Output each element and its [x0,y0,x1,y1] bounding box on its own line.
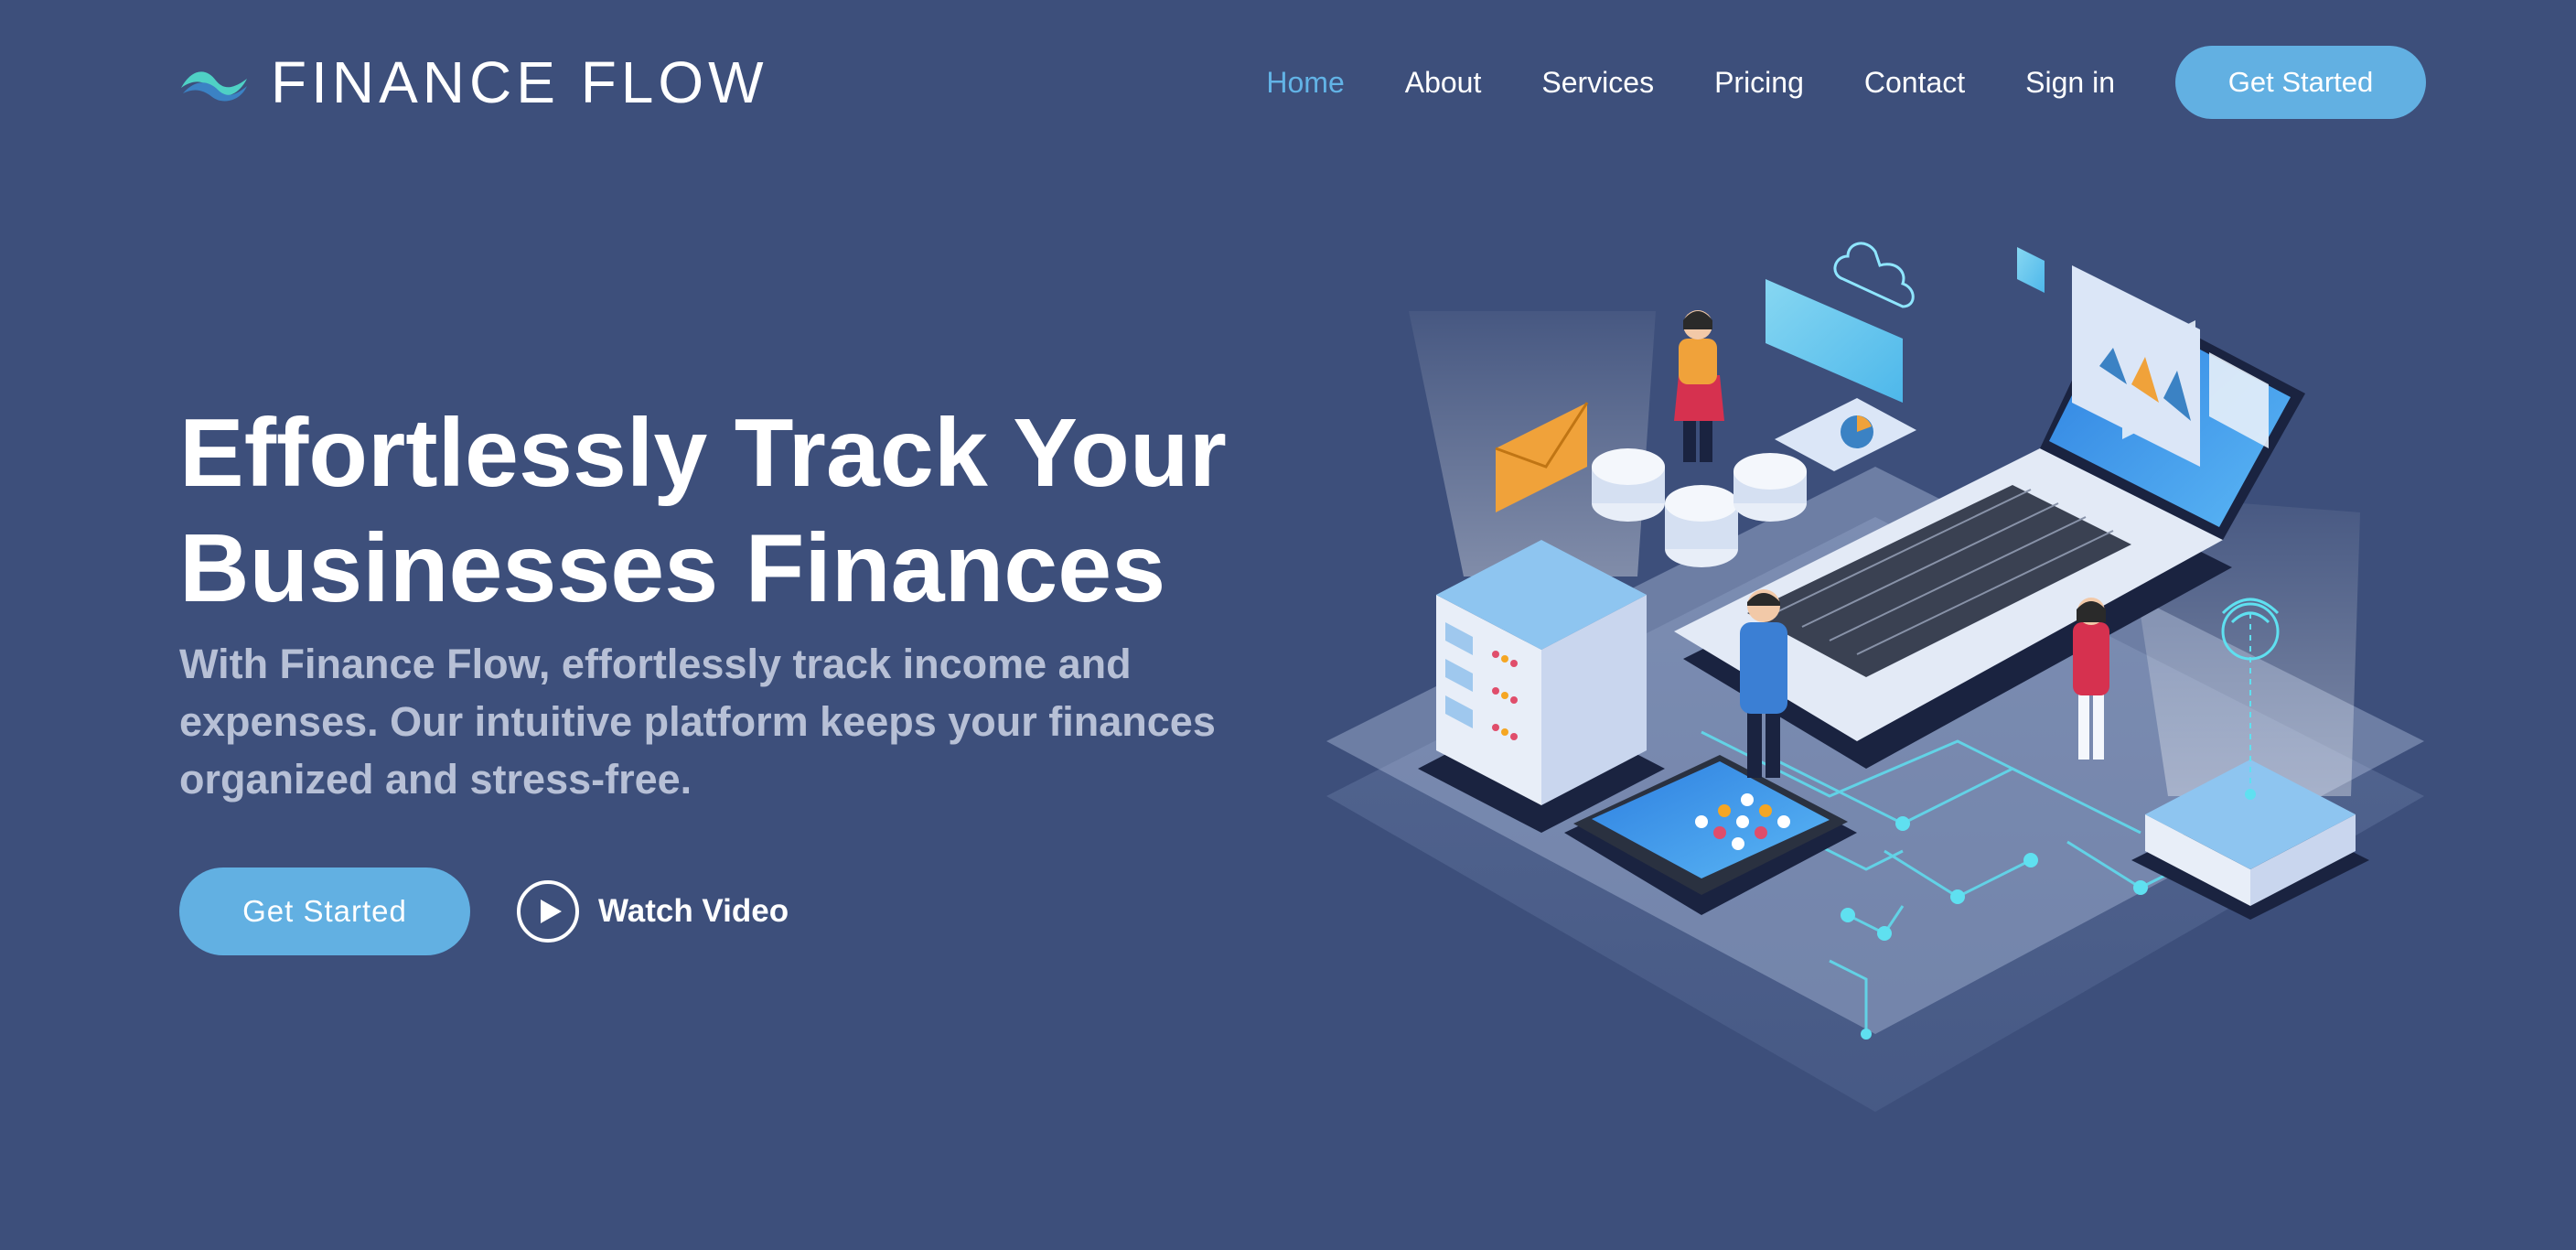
brand[interactable]: FINANCE FLOW [179,48,768,116]
hero-title-line-2: Businesses Finances [179,514,1166,622]
watch-video-link[interactable]: Watch Video [516,879,789,943]
nav-link-pricing[interactable]: Pricing [1714,66,1804,100]
wave-logo-icon [181,71,247,102]
site-header: FINANCE FLOW Home About Services Pricing… [179,37,2426,128]
nav-link-about[interactable]: About [1405,66,1482,100]
landing-page: FINANCE FLOW Home About Services Pricing… [0,0,2576,1250]
hero-title: Effortlessly Track Your Businesses Finan… [179,395,1332,626]
hero-get-started-button[interactable]: Get Started [179,867,470,955]
nav-link-sign-in[interactable]: Sign in [2025,66,2115,100]
person-woman-standing [1674,310,1724,462]
nav-link-contact[interactable]: Contact [1864,66,1965,100]
nav-link-home[interactable]: Home [1266,66,1344,100]
hero-subtitle: With Finance Flow, effortlessly track in… [179,641,1216,803]
header-get-started-button[interactable]: Get Started [2175,46,2426,119]
watch-video-label: Watch Video [598,893,789,929]
brand-name: FINANCE FLOW [271,49,768,115]
nav-link-services[interactable]: Services [1541,66,1654,100]
hero-illustration [1326,242,2424,1112]
play-circle-icon [517,880,579,943]
hero-title-line-1: Effortlessly Track Your [179,399,1227,507]
hero-actions: Get Started Watch Video [179,867,789,955]
main-nav: Home About Services Pricing Contact Sign… [1266,46,2426,119]
